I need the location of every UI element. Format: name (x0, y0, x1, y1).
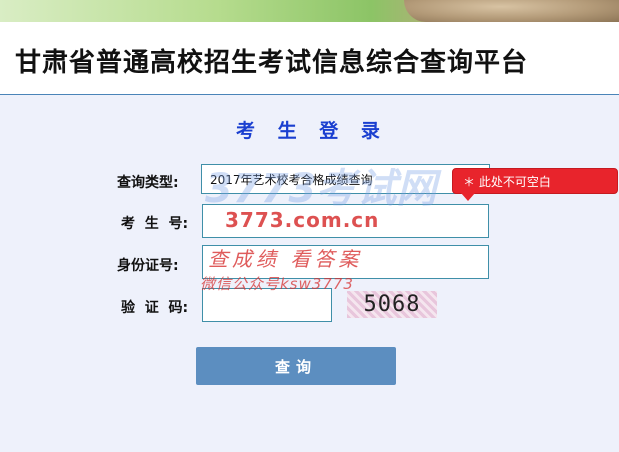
captcha-label: 验 证 码: (121, 300, 189, 316)
banner-stone-decoration (404, 0, 619, 22)
id-number-input[interactable] (202, 245, 489, 279)
captcha-input[interactable] (202, 288, 332, 322)
page-header: 甘肃省普通高校招生考试信息综合查询平台 (0, 22, 619, 95)
query-submit-button[interactable]: 查询 (196, 347, 396, 385)
query-type-select[interactable]: 2017年艺术校考合格成绩查询 (201, 164, 490, 194)
top-banner-image (0, 0, 619, 22)
query-type-value: 2017年艺术校考合格成绩查询 (210, 172, 373, 187)
login-form-title: 考 生 登 录 (236, 120, 388, 142)
id-number-label: 身份证号: (117, 258, 179, 274)
page-title: 甘肃省普通高校招生考试信息综合查询平台 (15, 48, 529, 78)
required-field-tooltip: ＊ 此处不可空白 (452, 168, 618, 201)
exam-number-label: 考 生 号: (121, 216, 189, 232)
exam-number-input[interactable] (202, 204, 489, 238)
query-type-label: 查询类型: (117, 175, 179, 191)
captcha-image[interactable]: 5068 (347, 291, 437, 318)
